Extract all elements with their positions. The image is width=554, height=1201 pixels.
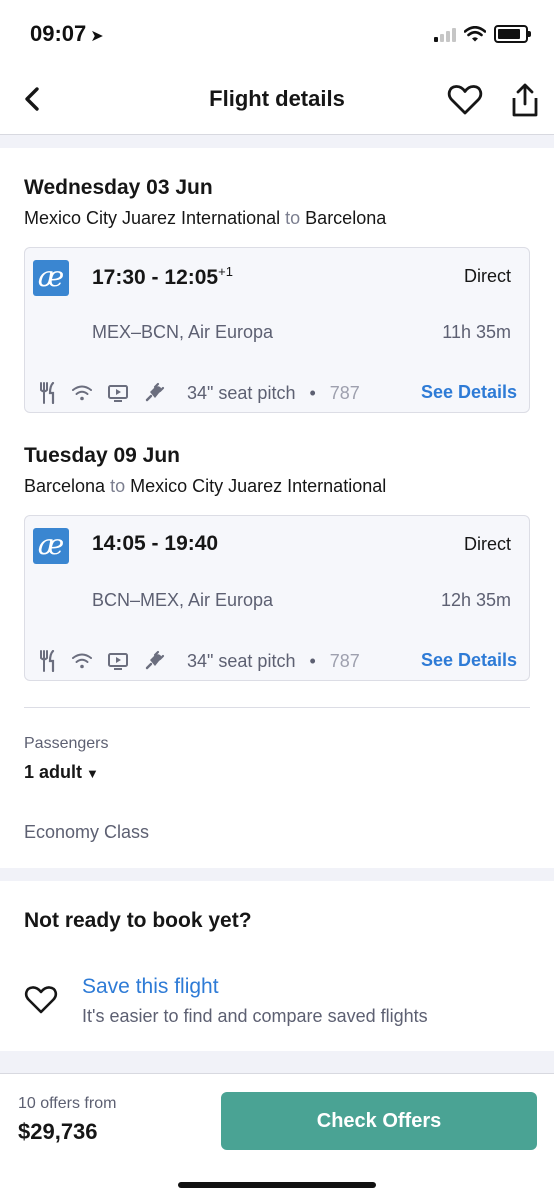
entertainment-icon — [108, 385, 128, 402]
air-europa-logo: æ — [33, 260, 69, 296]
air-europa-logo: æ — [33, 528, 69, 564]
inbound-times: 14:05 - 19:40 — [92, 532, 219, 555]
section-divider — [24, 707, 530, 708]
not-ready-section: Not ready to book yet? Save this flight … — [0, 881, 554, 1051]
favorite-heart-icon[interactable] — [447, 84, 483, 116]
save-flight-subtitle: It's easier to find and compare saved fl… — [82, 1006, 428, 1026]
outbound-depart-time: 17:30 — [92, 266, 146, 289]
offers-price: $29,736 — [18, 1119, 98, 1144]
passengers-value: 1 adult — [24, 762, 83, 782]
inbound-duration: 12h 35m — [440, 590, 511, 610]
inbound-arrive-time: 19:40 — [164, 532, 219, 555]
cabin-class: Economy Class — [24, 822, 150, 842]
status-icons — [434, 25, 531, 43]
offers-count: 10 offers from — [18, 1095, 117, 1112]
not-ready-title: Not ready to book yet? — [24, 909, 252, 932]
inbound-airline-route: BCN–MEX, Air Europa — [92, 590, 274, 610]
status-time: 09:07 ➤ — [30, 21, 104, 47]
passengers-dropdown[interactable]: 1 adult ▼ — [24, 762, 99, 783]
outbound-stops: Direct — [463, 266, 511, 286]
amenity-separator: • — [309, 382, 316, 403]
save-flight-link[interactable]: Save this flight — [82, 975, 219, 999]
nav-bar: Flight details — [0, 66, 554, 135]
inbound-destination: Mexico City Juarez International — [130, 476, 387, 496]
wifi-icon — [72, 385, 92, 401]
passengers-label: Passengers — [24, 735, 109, 752]
check-offers-button[interactable]: Check Offers — [221, 1092, 537, 1150]
itinerary-section: Wednesday 03 Jun Mexico City Juarez Inte… — [0, 148, 554, 868]
route-to-word: to — [285, 208, 301, 228]
outbound-aircraft: 787 — [329, 382, 360, 403]
outbound-destination: Barcelona — [305, 208, 387, 228]
outbound-seat-pitch: 34" seat pitch — [187, 382, 296, 403]
status-time-text: 09:07 — [30, 21, 87, 46]
save-heart-icon[interactable] — [24, 985, 58, 1015]
battery-icon — [494, 25, 531, 43]
inbound-see-details-link[interactable]: See Details — [421, 650, 517, 671]
outbound-arrive-time: 12:05 — [164, 266, 219, 289]
inbound-amenities: 34" seat pitch • 787 — [39, 648, 399, 674]
inbound-stops: Direct — [463, 534, 511, 554]
outbound-origin: Mexico City Juarez International — [24, 208, 281, 228]
wifi-status-icon — [464, 26, 486, 42]
inbound-depart-time: 14:05 — [92, 532, 146, 555]
inbound-seat-pitch: 34" seat pitch — [187, 650, 296, 671]
caret-down-icon: ▼ — [86, 766, 99, 781]
share-icon[interactable] — [508, 82, 542, 118]
outbound-airline-route: MEX–BCN, Air Europa — [92, 322, 274, 342]
outbound-duration: 11h 35m — [442, 322, 511, 342]
wifi-icon — [72, 653, 92, 669]
cellular-signal-icon — [434, 27, 456, 42]
bottom-bar: 10 offers from $29,736 Check Offers — [0, 1073, 554, 1201]
status-bar: 09:07 ➤ — [0, 0, 554, 66]
power-icon — [145, 382, 165, 402]
amenity-separator: • — [309, 650, 316, 671]
outbound-see-details-link[interactable]: See Details — [421, 382, 517, 403]
meal-icon — [40, 382, 55, 404]
meal-icon — [40, 650, 55, 672]
route-to-word: to — [110, 476, 126, 496]
inbound-origin: Barcelona — [24, 476, 106, 496]
power-icon — [145, 650, 165, 670]
day-offset: +1 — [218, 264, 233, 279]
entertainment-icon — [108, 653, 128, 670]
location-arrow-icon: ➤ — [90, 28, 104, 45]
inbound-aircraft: 787 — [329, 650, 360, 671]
outbound-route: Mexico City Juarez International to Barc… — [24, 208, 386, 229]
inbound-route: Barcelona to Mexico City Juarez Internat… — [24, 476, 386, 497]
home-indicator — [178, 1182, 376, 1188]
outbound-amenities: 34" seat pitch • 787 — [39, 380, 399, 406]
inbound-flight-card[interactable]: æ 14:05 - 19:40 Direct BCN–MEX, Air Euro… — [24, 515, 530, 681]
inbound-date: Tuesday 09 Jun — [24, 444, 181, 467]
outbound-date: Wednesday 03 Jun — [24, 176, 213, 199]
outbound-times: 17:30 - 12:05+1 — [92, 264, 233, 289]
outbound-flight-card[interactable]: æ 17:30 - 12:05+1 Direct MEX–BCN, Air Eu… — [24, 247, 530, 413]
